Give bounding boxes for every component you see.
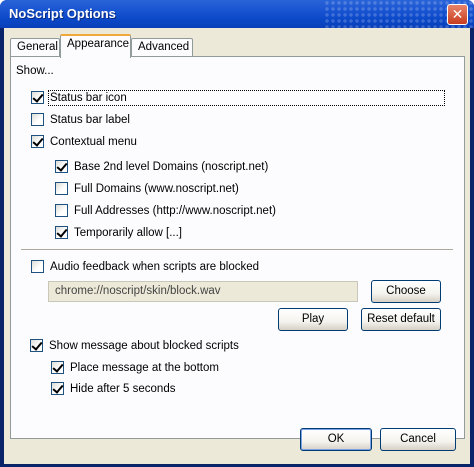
ok-button[interactable]: OK [300,428,372,451]
choose-button[interactable]: Choose [371,280,441,303]
base-domains-label: Base 2nd level Domains (noscript.net) [74,160,269,173]
base-domains-checkbox[interactable] [55,160,68,173]
noscript-options-window: NoScript Options ✕ General Appearance Ad… [0,0,474,467]
play-button[interactable]: Play [278,308,348,331]
full-addresses-label: Full Addresses (http://www.noscript.net) [74,204,276,217]
tab-appearance[interactable]: Appearance [60,34,131,58]
temporarily-allow-checkbox[interactable] [55,226,68,239]
place-bottom-checkbox[interactable] [51,361,64,374]
status-bar-icon-checkbox[interactable] [31,91,44,104]
window-title: NoScript Options [9,6,116,21]
status-bar-icon-option[interactable]: Status bar icon [31,89,445,106]
show-label: Show... [16,65,54,77]
status-bar-label-label: Status bar label [50,113,130,126]
full-domains-option[interactable]: Full Domains (www.noscript.net) [55,182,239,195]
hide-after-option[interactable]: Hide after 5 seconds [51,382,175,395]
contextual-menu-checkbox[interactable] [31,135,44,148]
play-button-label: Play [301,313,325,325]
close-icon: ✕ [451,6,464,22]
hide-after-label: Hide after 5 seconds [70,382,176,395]
temporarily-allow-label: Temporarily allow [...] [74,226,183,239]
full-addresses-option[interactable]: Full Addresses (http://www.noscript.net) [55,204,276,217]
tab-general[interactable]: General [10,38,60,57]
reset-default-button-label: Reset default [367,313,435,325]
place-bottom-label: Place message at the bottom [70,361,219,374]
contextual-menu-label: Contextual menu [50,135,137,148]
tab-advanced[interactable]: Advanced [131,38,193,57]
full-addresses-checkbox[interactable] [55,204,68,217]
dialog-client: General Appearance Advanced Show... Stat… [4,28,470,464]
sound-path-field[interactable]: chrome://noscript/skin/block.wav [48,281,358,302]
hide-after-checkbox[interactable] [51,382,64,395]
place-bottom-option[interactable]: Place message at the bottom [51,361,219,374]
show-message-label: Show message about blocked scripts [49,339,239,352]
status-bar-icon-label: Status bar icon [48,89,445,106]
audio-feedback-option[interactable]: Audio feedback when scripts are blocked [31,260,259,273]
temporarily-allow-option[interactable]: Temporarily allow [...] [55,226,182,239]
audio-feedback-checkbox[interactable] [31,260,44,273]
choose-button-label: Choose [386,285,426,297]
reset-default-button[interactable]: Reset default [361,308,441,331]
full-domains-checkbox[interactable] [55,182,68,195]
title-bar[interactable]: NoScript Options ✕ [0,0,474,28]
section-separator [21,249,453,251]
status-bar-label-option[interactable]: Status bar label [31,113,130,126]
show-message-checkbox[interactable] [30,339,43,352]
audio-feedback-label: Audio feedback when scripts are blocked [50,260,260,273]
show-message-option[interactable]: Show message about blocked scripts [30,339,239,352]
contextual-menu-option[interactable]: Contextual menu [31,135,137,148]
close-button[interactable]: ✕ [447,4,468,25]
cancel-button[interactable]: Cancel [380,428,456,451]
show-heading: Show... [16,65,54,77]
full-domains-label: Full Domains (www.noscript.net) [74,182,239,195]
status-bar-label-checkbox[interactable] [31,113,44,126]
base-domains-option[interactable]: Base 2nd level Domains (noscript.net) [55,160,268,173]
